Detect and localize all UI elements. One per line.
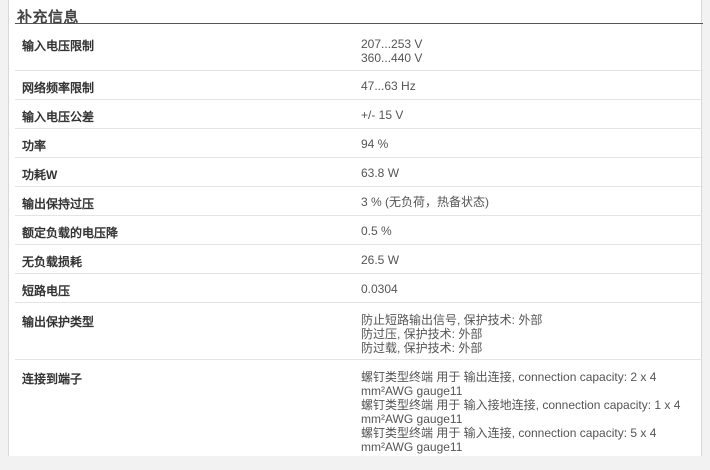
spec-value-line: 螺钉类型终端 用于 输出连接, connection capacity: 2 x…	[361, 370, 657, 398]
spec-value-line: 防过载, 保护技术: 外部	[361, 341, 483, 355]
spec-row-input-voltage-limit: 输入电压限制 207...253 V 360...440 V	[15, 27, 703, 71]
spec-label: 额定负载的电压降	[22, 226, 119, 240]
title-divider	[15, 23, 703, 24]
spec-label: 网络频率限制	[22, 81, 95, 95]
spec-row-short-circuit-voltage: 短路电压 0.0304	[15, 274, 703, 303]
spec-value: +/- 15 V	[361, 108, 696, 122]
spec-label: 功耗W	[22, 168, 58, 182]
spec-row-frequency-limit: 网络频率限制 47...63 Hz	[15, 71, 703, 100]
spec-row-voltage-drop: 额定负载的电压降 0.5 %	[15, 216, 703, 245]
spec-value-line: +/- 15 V	[361, 108, 404, 122]
spec-row-output-protection: 输出保护类型 防止短路输出信号, 保护技术: 外部 防过压, 保护技术: 外部 …	[15, 303, 703, 360]
spec-value: 螺钉类型终端 用于 输出连接, connection capacity: 2 x…	[361, 370, 696, 454]
spec-value: 94 %	[361, 137, 696, 151]
spec-label: 输入电压公差	[22, 110, 95, 124]
spec-value: 0.5 %	[361, 224, 696, 238]
spec-value-line: 防止短路输出信号, 保护技术: 外部	[361, 313, 543, 327]
spec-value-line: 360...440 V	[361, 51, 423, 65]
spec-value: 3 % (无负荷，热备状态)	[361, 195, 696, 209]
spec-label: 功率	[22, 139, 47, 153]
spec-value-line: 0.0304	[361, 282, 398, 296]
spec-value-line: 207...253 V	[361, 37, 423, 51]
spec-value-line: 螺钉类型终端 用于 输入连接, connection capacity: 5 x…	[361, 426, 657, 454]
spec-table: 输入电压限制 207...253 V 360...440 V 网络频率限制 47…	[15, 27, 703, 470]
spec-label: 输出保护类型	[22, 315, 95, 329]
spec-value-line: 3 % (无负荷，热备状态)	[361, 195, 490, 209]
spec-label: 连接到端子	[22, 372, 83, 386]
spec-value: 0.0304	[361, 282, 696, 296]
spec-label: 输入电压限制	[22, 39, 95, 53]
spec-value-line: 螺钉类型终端 用于 输入接地连接, connection capacity: 1…	[361, 398, 681, 426]
spec-row-output-overvoltage: 输出保持过压 3 % (无负荷，热备状态)	[15, 187, 703, 216]
spec-value-line: 63.8 W	[361, 166, 400, 180]
spec-value-line: 47...63 Hz	[361, 79, 416, 93]
spec-row-power-loss: 功耗W 63.8 W	[15, 158, 703, 187]
spec-value-line: 94 %	[361, 137, 389, 151]
spec-value: 207...253 V 360...440 V	[361, 37, 696, 65]
details-panel: 补充信息 输入电压限制 207...253 V 360...440 V 网络频率…	[8, 0, 703, 456]
spec-value-line: 0.5 %	[361, 224, 392, 238]
spec-value-line: 26.5 W	[361, 253, 400, 267]
spec-value-line: 防过压, 保护技术: 外部	[361, 327, 483, 341]
spec-value: 63.8 W	[361, 166, 696, 180]
spec-row-efficiency: 功率 94 %	[15, 129, 703, 158]
spec-row-no-load-loss: 无负载损耗 26.5 W	[15, 245, 703, 274]
spec-label: 无负载损耗	[22, 255, 83, 269]
spec-label: 短路电压	[22, 284, 71, 298]
spec-row-terminal-connection: 连接到端子 螺钉类型终端 用于 输出连接, connection capacit…	[15, 360, 703, 470]
spec-value: 防止短路输出信号, 保护技术: 外部 防过压, 保护技术: 外部 防过载, 保护…	[361, 313, 696, 355]
spec-row-input-voltage-tolerance: 输入电压公差 +/- 15 V	[15, 100, 703, 129]
spec-value: 47...63 Hz	[361, 79, 696, 93]
spec-value: 26.5 W	[361, 253, 696, 267]
spec-label: 输出保持过压	[22, 197, 95, 211]
